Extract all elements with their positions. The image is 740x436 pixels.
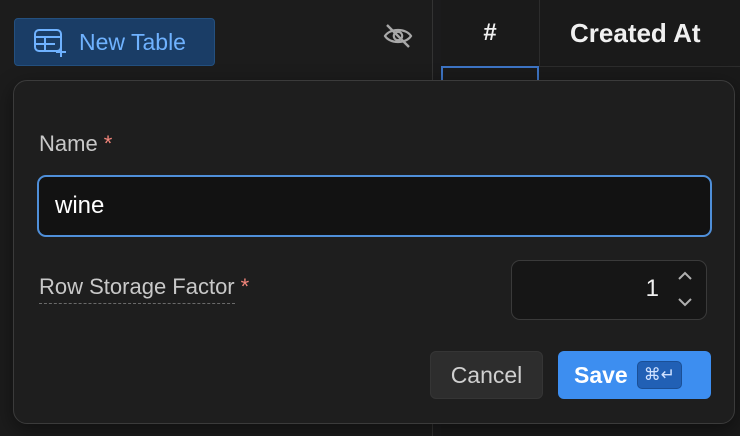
new-table-dialog: Name* Row Storage Factor* 1 Cancel Save … (13, 80, 735, 424)
row-storage-factor-value: 1 (645, 275, 659, 302)
chevron-up-icon[interactable] (676, 269, 694, 283)
save-button[interactable]: Save ⌘↵ (558, 351, 711, 399)
row-storage-factor-label: Row Storage Factor * (39, 274, 250, 304)
required-marker: * (103, 131, 113, 156)
name-field-label: Name * (39, 131, 112, 157)
eye-off-icon (382, 22, 414, 50)
row-storage-factor-label-text[interactable]: Row Storage Factor (39, 274, 235, 304)
table-add-icon (33, 27, 67, 57)
save-label: Save (574, 361, 628, 388)
keyboard-shortcut-badge: ⌘↵ (636, 361, 682, 389)
row-storage-factor-stepper[interactable]: 1 (511, 260, 707, 320)
column-header-created-at[interactable]: Created At (540, 0, 740, 66)
name-input[interactable] (37, 175, 712, 237)
required-marker: * (240, 274, 250, 299)
grid-header: # Created At (441, 0, 740, 67)
new-table-button[interactable]: New Table (14, 18, 215, 66)
column-header-number[interactable]: # (441, 0, 540, 66)
new-table-label: New Table (79, 28, 186, 55)
toggle-visibility-button[interactable] (380, 20, 416, 52)
chevron-down-icon[interactable] (676, 295, 694, 309)
name-label-text: Name (39, 131, 98, 156)
cancel-button[interactable]: Cancel (430, 351, 543, 399)
